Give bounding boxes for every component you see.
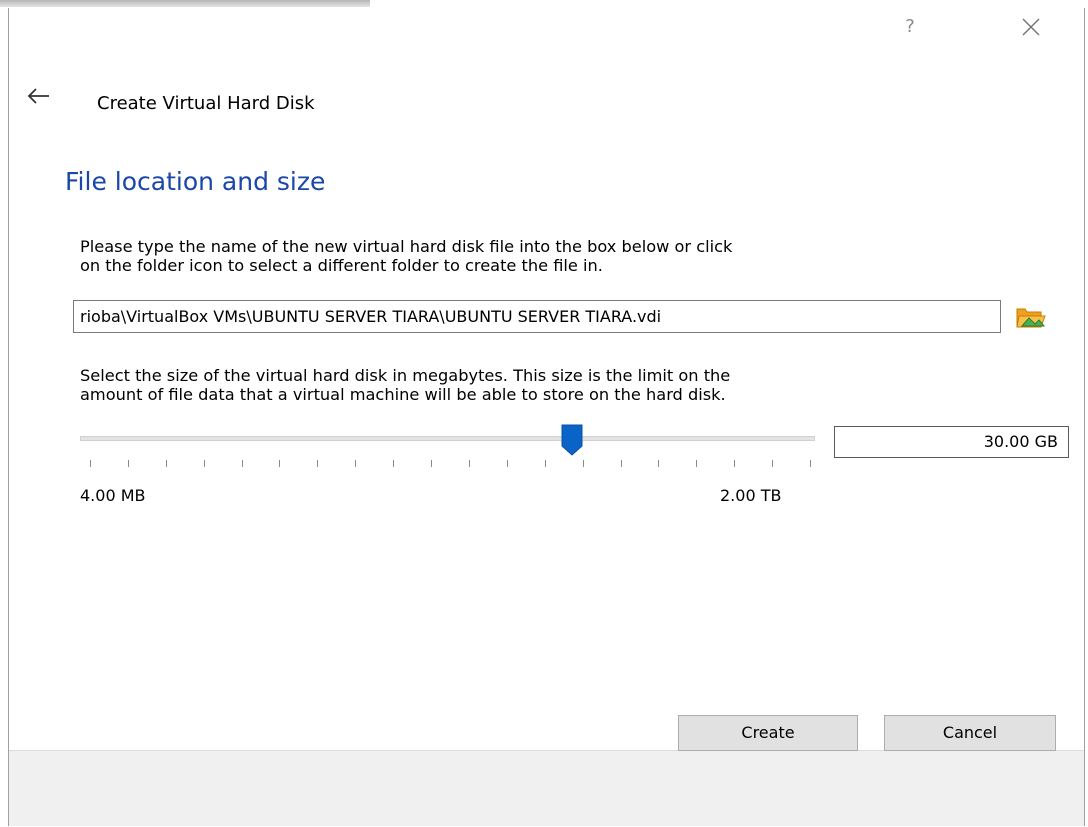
dialog-window [8,8,1085,826]
slider-tick [620,460,622,467]
slider-tick [506,460,508,467]
slider-ticks [90,460,811,468]
slider-handle-shape [561,424,583,456]
slider-tick [203,460,205,467]
close-icon [1022,18,1040,36]
slider-tick [658,460,660,467]
cancel-button[interactable]: Cancel [884,715,1056,751]
slider-tick [127,460,129,467]
file-path-input[interactable]: rioba\VirtualBox VMs\UBUNTU SERVER TIARA… [73,300,1001,333]
choose-folder-button[interactable] [1013,302,1047,332]
slider-tick [241,460,243,467]
slider-tick [355,460,357,467]
location-description-line-1: Please type the name of the new virtual … [80,237,733,256]
slider-tick [582,460,584,467]
file-path-value: rioba\VirtualBox VMs\UBUNTU SERVER TIARA… [80,307,662,326]
page-heading: File location and size [65,167,326,196]
slider-tick [90,460,91,467]
size-description: Select the size of the virtual hard disk… [80,366,730,404]
location-description: Please type the name of the new virtual … [80,237,732,275]
slider-max-label: 2.00 TB [720,486,782,505]
slider-tick [734,460,736,467]
slider-tick [279,460,281,467]
background-window-shadow [0,0,370,7]
folder-icon [1016,308,1046,328]
slider-tick [696,460,698,467]
slider-tick [165,460,167,467]
slider-min-label: 4.00 MB [80,486,146,505]
size-description-line-1: Select the size of the virtual hard disk… [80,366,731,385]
slider-tick [468,460,470,467]
button-bar [9,750,1084,826]
slider-tick [431,460,433,467]
size-input[interactable]: 30.00 GB [834,426,1069,458]
back-arrow-icon [27,88,49,104]
background-window-strip [0,0,1088,8]
wizard-title: Create Virtual Hard Disk [97,93,315,114]
slider-tick [810,460,811,467]
help-button[interactable]: ? [896,16,924,37]
slider-tick [317,460,319,467]
size-slider-handle[interactable] [561,424,583,456]
slider-tick [772,460,774,467]
size-description-line-2: amount of file data that a virtual machi… [80,385,726,404]
close-button[interactable] [1017,14,1045,40]
slider-tick [393,460,395,467]
size-slider-track[interactable] [80,436,815,441]
create-button[interactable]: Create [678,715,858,751]
slider-tick [544,460,546,467]
location-description-line-2: on the folder icon to select a different… [80,256,603,275]
back-button[interactable] [22,84,52,108]
